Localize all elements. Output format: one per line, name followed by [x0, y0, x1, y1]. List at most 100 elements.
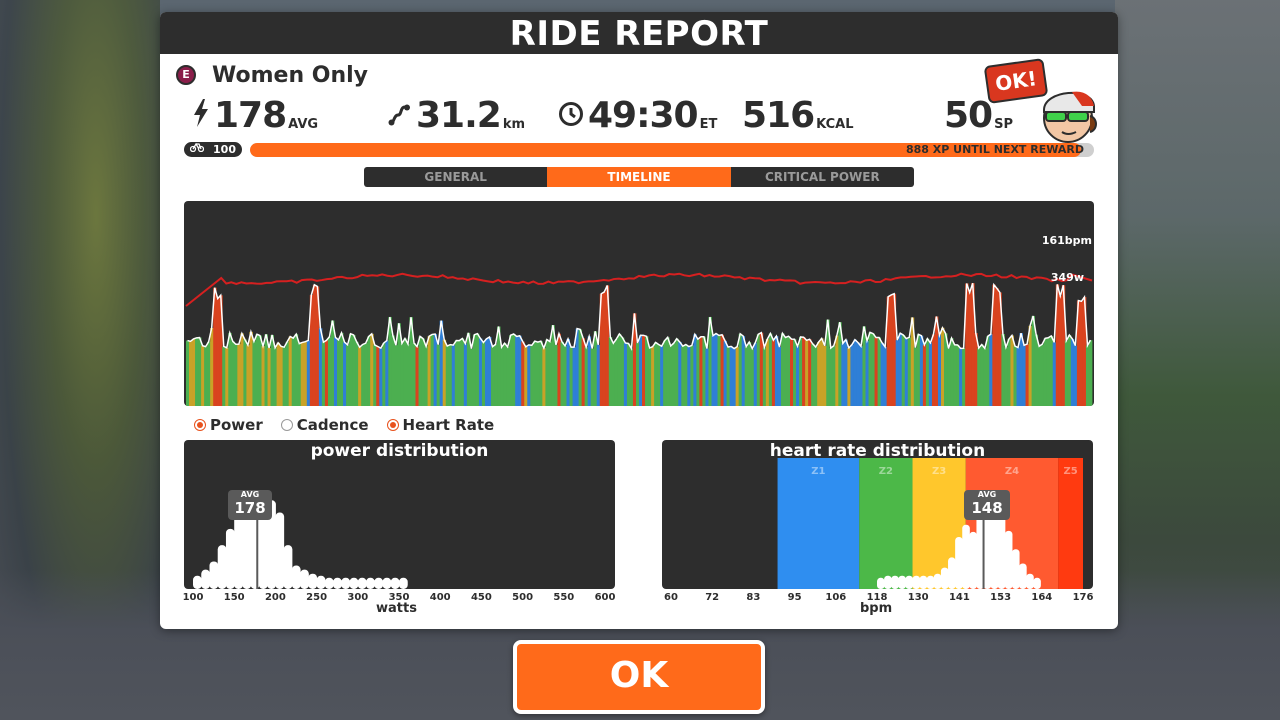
clock-icon	[558, 101, 584, 134]
ride-report-panel: RIDE REPORT E Women Only 178 AVG 31.2 km…	[160, 12, 1118, 629]
power-bar	[584, 347, 589, 406]
distribution-bar	[898, 575, 906, 589]
legend-cadence-toggle[interactable]	[280, 419, 293, 431]
tab-critical-power[interactable]: CRITICAL POWER	[730, 167, 914, 187]
power-bar	[690, 345, 694, 406]
power-bar	[343, 342, 347, 406]
legend-heart-rate-toggle[interactable]	[386, 419, 399, 431]
power-bar	[270, 334, 274, 406]
power-bar	[780, 333, 785, 406]
power-bar	[521, 341, 525, 406]
zone-label-z5: Z5	[1063, 466, 1077, 477]
stat-sport-points-value: 50	[944, 95, 993, 136]
stat-distance-unit: km	[502, 117, 526, 132]
power-bar	[252, 341, 256, 406]
power-bar	[1019, 333, 1023, 406]
zone-band-z2	[859, 458, 913, 589]
power-bar	[569, 347, 573, 406]
power-bar	[907, 337, 912, 406]
ok-button[interactable]: OK	[513, 640, 765, 714]
power-bar	[868, 332, 872, 406]
power-bar	[645, 336, 649, 406]
power-bar	[330, 320, 335, 406]
legend-heart-rate[interactable]: Heart Rate	[386, 416, 495, 434]
distribution-bar	[283, 545, 293, 589]
legend-cadence[interactable]: Cadence	[280, 416, 369, 434]
tick-label: 130	[907, 592, 929, 603]
power-bar	[1016, 347, 1020, 406]
power-bar	[832, 345, 836, 406]
power-bar	[267, 347, 271, 406]
power-bar	[808, 339, 812, 406]
power-bar	[856, 342, 860, 406]
report-tabs: GENERAL TIMELINE CRITICAL POWER	[364, 167, 914, 187]
power-bar	[581, 338, 586, 406]
power-bar	[720, 334, 724, 406]
power-bar	[678, 341, 682, 406]
tick-label: 550	[553, 592, 575, 603]
power-bar	[657, 344, 661, 406]
power-bar	[865, 340, 869, 406]
tick-label: 200	[264, 592, 286, 603]
power-bar	[968, 292, 972, 406]
stat-calories-unit: KCAL	[816, 117, 854, 132]
legend-power-toggle[interactable]	[194, 419, 206, 431]
power-bar	[195, 337, 199, 406]
tab-general[interactable]: GENERAL	[364, 167, 548, 187]
power-bar	[1034, 334, 1039, 406]
stat-distance-value: 31.2	[416, 95, 502, 136]
power-bar	[445, 346, 450, 406]
power-bar	[735, 346, 740, 406]
power-bar	[1007, 339, 1011, 406]
legend-heart-rate-label: Heart Rate	[402, 416, 495, 434]
distribution-bar	[919, 575, 928, 589]
power-bar	[629, 348, 634, 406]
power-bar	[524, 346, 528, 406]
zone-band-z1	[777, 458, 860, 589]
power-bar	[1022, 345, 1026, 406]
power-bar	[294, 334, 299, 406]
power-bar	[953, 344, 957, 406]
power-bar	[500, 347, 504, 406]
power-bar	[814, 346, 818, 406]
distribution-bar	[291, 565, 301, 589]
tick-label: 164	[1031, 592, 1053, 603]
power-bar	[651, 346, 655, 406]
power-bar	[234, 344, 238, 406]
distribution-bar	[234, 510, 243, 589]
distribution-bar	[193, 575, 202, 589]
power-bar	[355, 341, 359, 406]
power-bar	[623, 343, 628, 406]
power-bar	[922, 344, 927, 406]
tab-timeline[interactable]: TIMELINE	[547, 167, 731, 187]
legend-power[interactable]: Power	[194, 416, 263, 434]
power-bar	[904, 338, 909, 406]
heart-rate-distribution-title: heart rate distribution	[769, 441, 986, 461]
power-bar	[744, 346, 749, 406]
power-bar	[276, 342, 281, 406]
power-bar	[635, 342, 640, 406]
tick-label: 100	[182, 592, 204, 603]
level-badge: 100	[184, 142, 242, 157]
power-avg-value: 178	[234, 499, 266, 517]
power-bar	[847, 347, 851, 406]
power-bar	[228, 332, 232, 406]
power-bar	[318, 328, 323, 406]
power-bar	[394, 345, 398, 406]
power-bar	[941, 327, 945, 406]
power-bar	[566, 338, 570, 406]
power-bar	[424, 346, 428, 406]
power-bar	[799, 336, 803, 406]
power-bar	[1043, 338, 1048, 406]
zone-label-z1: Z1	[811, 466, 825, 477]
power-bar	[693, 334, 697, 406]
power-bar	[379, 348, 383, 406]
power-bar	[518, 335, 522, 406]
heart-rate-distribution-chart: Z1 Z2 Z3 Z4 Z5 heart rate distribution AVG 1…	[662, 440, 1093, 589]
power-bar	[883, 346, 888, 406]
distribution-bar	[1019, 563, 1027, 589]
tick-label: 400	[429, 592, 451, 603]
power-bar	[240, 333, 244, 406]
distribution-bar	[1033, 577, 1041, 589]
power-bar	[853, 339, 857, 406]
